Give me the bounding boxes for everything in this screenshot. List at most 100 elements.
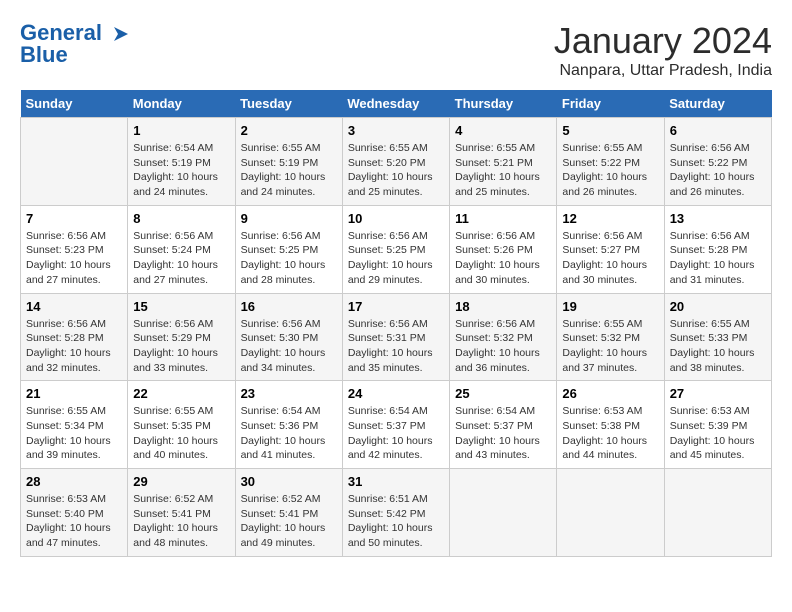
- title-block: January 2024 Nanpara, Uttar Pradesh, Ind…: [554, 20, 772, 80]
- day-cell: 11Sunrise: 6:56 AMSunset: 5:26 PMDayligh…: [450, 205, 557, 293]
- day-cell: 7 Sunrise: 6:56 AMSunset: 5:23 PMDaylight…: [21, 205, 128, 293]
- day-number: 25: [455, 386, 551, 401]
- day-number: 12: [562, 211, 658, 226]
- day-info: Sunrise: 6:56 AMSunset: 5:24 PMDaylight:…: [133, 229, 229, 288]
- day-number: 9: [241, 211, 337, 226]
- day-number: 29: [133, 474, 229, 489]
- day-info: Sunrise: 6:51 AMSunset: 5:42 PMDaylight:…: [348, 492, 444, 551]
- day-number: 7: [26, 211, 122, 226]
- day-number: 18: [455, 299, 551, 314]
- day-number: 20: [670, 299, 766, 314]
- header-row: SundayMondayTuesdayWednesdayThursdayFrid…: [21, 90, 772, 118]
- day-info: Sunrise: 6:56 AMSunset: 5:23 PMDaylight:…: [26, 229, 122, 288]
- day-number: 27: [670, 386, 766, 401]
- day-cell: 4 Sunrise: 6:55 AMSunset: 5:21 PMDaylight…: [450, 118, 557, 206]
- day-cell: 12 Sunrise: 6:56 AMSunset: 5:27 PMDayligh…: [557, 205, 664, 293]
- day-number: 2: [241, 123, 337, 138]
- day-cell: 5 Sunrise: 6:55 AMSunset: 5:22 PMDaylight…: [557, 118, 664, 206]
- day-cell: 8 Sunrise: 6:56 AMSunset: 5:24 PMDaylight…: [128, 205, 235, 293]
- day-cell: 18 Sunrise: 6:56 AMSunset: 5:32 PMDayligh…: [450, 293, 557, 381]
- day-number: 23: [241, 386, 337, 401]
- day-cell: 29 Sunrise: 6:52 AMSunset: 5:41 PMDayligh…: [128, 469, 235, 557]
- day-number: 22: [133, 386, 229, 401]
- day-cell: 21Sunrise: 6:55 AMSunset: 5:34 PMDayligh…: [21, 381, 128, 469]
- header-sunday: Sunday: [21, 90, 128, 118]
- day-number: 3: [348, 123, 444, 138]
- day-cell: [557, 469, 664, 557]
- day-info: Sunrise: 6:54 AMSunset: 5:37 PMDaylight:…: [348, 404, 444, 463]
- day-cell: 27Sunrise: 6:53 AMSunset: 5:39 PMDayligh…: [664, 381, 771, 469]
- logo-arrow-icon: [110, 23, 132, 45]
- day-info: Sunrise: 6:55 AMSunset: 5:19 PMDaylight:…: [241, 141, 337, 200]
- day-info: Sunrise: 6:56 AMSunset: 5:30 PMDaylight:…: [241, 317, 337, 376]
- day-number: 11: [455, 211, 551, 226]
- day-info: Sunrise: 6:55 AMSunset: 5:21 PMDaylight:…: [455, 141, 551, 200]
- day-cell: 24 Sunrise: 6:54 AMSunset: 5:37 PMDayligh…: [342, 381, 449, 469]
- day-cell: 3 Sunrise: 6:55 AMSunset: 5:20 PMDaylight…: [342, 118, 449, 206]
- day-cell: 14 Sunrise: 6:56 AMSunset: 5:28 PMDayligh…: [21, 293, 128, 381]
- day-number: 26: [562, 386, 658, 401]
- day-info: Sunrise: 6:56 AMSunset: 5:22 PMDaylight:…: [670, 141, 766, 200]
- day-number: 14: [26, 299, 122, 314]
- day-info: Sunrise: 6:55 AMSunset: 5:34 PMDaylight:…: [26, 404, 122, 463]
- header-thursday: Thursday: [450, 90, 557, 118]
- day-info: Sunrise: 6:53 AMSunset: 5:40 PMDaylight:…: [26, 492, 122, 551]
- main-title: January 2024: [554, 20, 772, 62]
- day-cell: 2 Sunrise: 6:55 AMSunset: 5:19 PMDaylight…: [235, 118, 342, 206]
- day-number: 28: [26, 474, 122, 489]
- day-info: Sunrise: 6:56 AMSunset: 5:28 PMDaylight:…: [26, 317, 122, 376]
- day-number: 17: [348, 299, 444, 314]
- day-cell: 20 Sunrise: 6:55 AMSunset: 5:33 PMDayligh…: [664, 293, 771, 381]
- day-cell: 13 Sunrise: 6:56 AMSunset: 5:28 PMDayligh…: [664, 205, 771, 293]
- day-info: Sunrise: 6:55 AMSunset: 5:33 PMDaylight:…: [670, 317, 766, 376]
- day-info: Sunrise: 6:54 AMSunset: 5:37 PMDaylight:…: [455, 404, 551, 463]
- day-info: Sunrise: 6:56 AMSunset: 5:29 PMDaylight:…: [133, 317, 229, 376]
- day-info: Sunrise: 6:56 AMSunset: 5:31 PMDaylight:…: [348, 317, 444, 376]
- day-info: Sunrise: 6:53 AMSunset: 5:38 PMDaylight:…: [562, 404, 658, 463]
- day-info: Sunrise: 6:55 AMSunset: 5:22 PMDaylight:…: [562, 141, 658, 200]
- day-info: Sunrise: 6:56 AMSunset: 5:25 PMDaylight:…: [241, 229, 337, 288]
- day-cell: 1Sunrise: 6:54 AMSunset: 5:19 PMDaylight…: [128, 118, 235, 206]
- day-cell: 9 Sunrise: 6:56 AMSunset: 5:25 PMDaylight…: [235, 205, 342, 293]
- day-number: 31: [348, 474, 444, 489]
- header-wednesday: Wednesday: [342, 90, 449, 118]
- header-tuesday: Tuesday: [235, 90, 342, 118]
- day-number: 5: [562, 123, 658, 138]
- day-number: 4: [455, 123, 551, 138]
- day-cell: 22Sunrise: 6:55 AMSunset: 5:35 PMDayligh…: [128, 381, 235, 469]
- day-number: 1: [133, 123, 229, 138]
- day-number: 24: [348, 386, 444, 401]
- day-info: Sunrise: 6:56 AMSunset: 5:32 PMDaylight:…: [455, 317, 551, 376]
- day-cell: 28 Sunrise: 6:53 AMSunset: 5:40 PMDayligh…: [21, 469, 128, 557]
- day-number: 8: [133, 211, 229, 226]
- day-info: Sunrise: 6:52 AMSunset: 5:41 PMDaylight:…: [133, 492, 229, 551]
- day-cell: 26 Sunrise: 6:53 AMSunset: 5:38 PMDayligh…: [557, 381, 664, 469]
- header: General Blue January 2024 Nanpara, Uttar…: [20, 20, 772, 80]
- day-cell: [21, 118, 128, 206]
- day-cell: 16 Sunrise: 6:56 AMSunset: 5:30 PMDayligh…: [235, 293, 342, 381]
- day-cell: 17 Sunrise: 6:56 AMSunset: 5:31 PMDayligh…: [342, 293, 449, 381]
- day-number: 16: [241, 299, 337, 314]
- day-info: Sunrise: 6:55 AMSunset: 5:20 PMDaylight:…: [348, 141, 444, 200]
- day-cell: 31 Sunrise: 6:51 AMSunset: 5:42 PMDayligh…: [342, 469, 449, 557]
- day-info: Sunrise: 6:54 AMSunset: 5:36 PMDaylight:…: [241, 404, 337, 463]
- day-number: 30: [241, 474, 337, 489]
- day-cell: 19Sunrise: 6:55 AMSunset: 5:32 PMDayligh…: [557, 293, 664, 381]
- day-info: Sunrise: 6:56 AMSunset: 5:27 PMDaylight:…: [562, 229, 658, 288]
- day-cell: 23 Sunrise: 6:54 AMSunset: 5:36 PMDayligh…: [235, 381, 342, 469]
- day-number: 13: [670, 211, 766, 226]
- logo: General Blue: [20, 20, 132, 68]
- day-cell: [450, 469, 557, 557]
- header-saturday: Saturday: [664, 90, 771, 118]
- subtitle: Nanpara, Uttar Pradesh, India: [554, 62, 772, 80]
- day-info: Sunrise: 6:56 AMSunset: 5:28 PMDaylight:…: [670, 229, 766, 288]
- week-row-4: 21Sunrise: 6:55 AMSunset: 5:34 PMDayligh…: [21, 381, 772, 469]
- day-info: Sunrise: 6:56 AMSunset: 5:25 PMDaylight:…: [348, 229, 444, 288]
- header-monday: Monday: [128, 90, 235, 118]
- day-cell: 30Sunrise: 6:52 AMSunset: 5:41 PMDayligh…: [235, 469, 342, 557]
- day-number: 10: [348, 211, 444, 226]
- week-row-1: 1Sunrise: 6:54 AMSunset: 5:19 PMDaylight…: [21, 118, 772, 206]
- day-cell: 25 Sunrise: 6:54 AMSunset: 5:37 PMDayligh…: [450, 381, 557, 469]
- day-info: Sunrise: 6:55 AMSunset: 5:32 PMDaylight:…: [562, 317, 658, 376]
- day-cell: 6Sunrise: 6:56 AMSunset: 5:22 PMDaylight…: [664, 118, 771, 206]
